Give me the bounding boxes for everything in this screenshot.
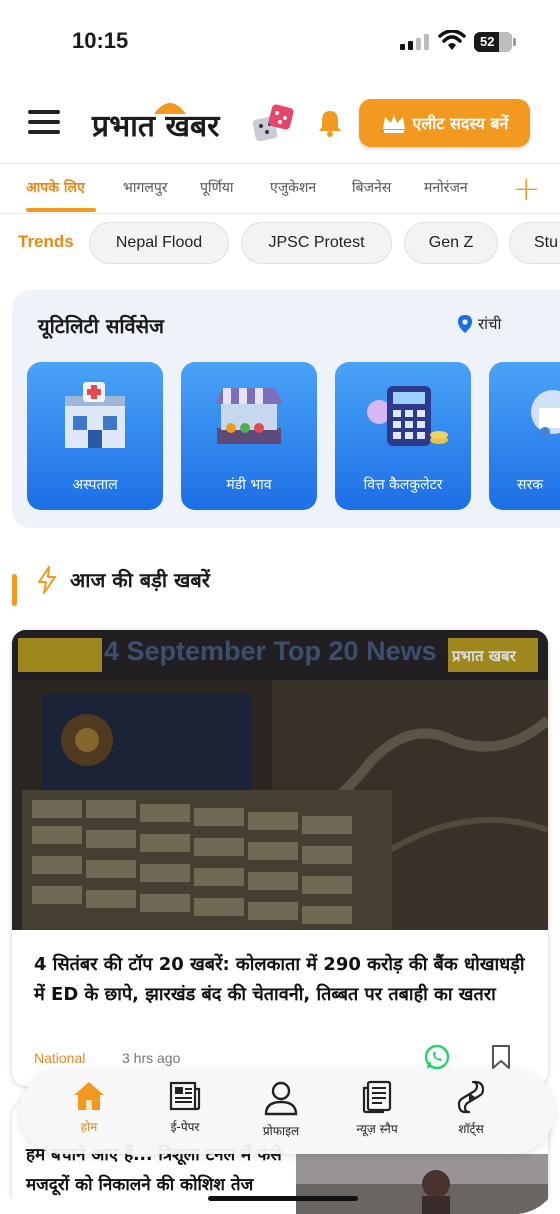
app-header: प्रभात खबर एलीट सदस्य बनें bbox=[0, 84, 560, 164]
calculator-icon bbox=[367, 386, 448, 446]
trend-chip[interactable]: JPSC Protest bbox=[241, 222, 392, 264]
nav-news-snap[interactable]: न्यूज़ स्नैप bbox=[332, 1080, 422, 1137]
news-headline[interactable]: 4 सितंबर की टॉप 20 खबरें: कोलकाता में 29… bbox=[34, 950, 530, 1010]
tab-entertainment[interactable]: मनोरंजन bbox=[424, 178, 468, 197]
nav-label: न्यूज़ स्नैप bbox=[356, 1122, 398, 1136]
nav-label: शॉर्ट्स bbox=[458, 1122, 484, 1136]
location-pin-icon bbox=[458, 315, 472, 333]
news-thumbnail[interactable]: 4 September Top 20 News प्रभात खबर bbox=[12, 630, 548, 930]
market-stall-icon bbox=[215, 388, 283, 444]
news-banner: 4 September Top 20 News प्रभात खबर bbox=[12, 630, 548, 680]
newspaper-icon bbox=[169, 1081, 201, 1111]
nav-shorts[interactable]: शॉर्ट्स bbox=[426, 1080, 516, 1137]
banner-logo: प्रभात खबर bbox=[452, 647, 516, 665]
tab-purnia[interactable]: पूर्णिया bbox=[200, 178, 233, 197]
status-time: 10:15 bbox=[72, 28, 129, 53]
elite-button-label: एलीट सदस्य बनें bbox=[412, 114, 509, 133]
nav-label: होम bbox=[80, 1120, 98, 1134]
dice-icon bbox=[252, 104, 294, 142]
nav-profile[interactable]: प्रोफाइल bbox=[236, 1080, 326, 1139]
hospital-icon bbox=[65, 382, 125, 448]
location-label: रांची bbox=[478, 315, 502, 333]
banner-stripe bbox=[18, 638, 102, 672]
section-title: आज की बड़ी खबरें bbox=[70, 568, 210, 592]
trends-bar: Trends Nepal Flood JPSC Protest Gen Z St… bbox=[0, 220, 560, 266]
trend-chip[interactable]: Gen Z bbox=[404, 222, 498, 264]
utility-tile-government[interactable]: सरक bbox=[489, 362, 560, 510]
banner-text: 4 September Top 20 News bbox=[104, 636, 437, 666]
news-snap-icon bbox=[362, 1080, 392, 1114]
whatsapp-share-icon[interactable] bbox=[424, 1044, 450, 1070]
tab-education[interactable]: एजुकेशन bbox=[270, 178, 316, 197]
logo-sun-icon bbox=[154, 98, 186, 114]
notification-bell-icon[interactable] bbox=[316, 108, 344, 138]
home-icon bbox=[74, 1082, 104, 1110]
trends-label: Trends bbox=[18, 232, 74, 251]
profile-icon bbox=[264, 1081, 298, 1116]
utility-tile-mandi[interactable]: मंडी भाव bbox=[181, 362, 317, 510]
elite-membership-button[interactable]: एलीट सदस्य बनें bbox=[359, 99, 530, 147]
tab-bhagalpur[interactable]: भागलपुर bbox=[123, 178, 168, 197]
utility-services-card: यूटिलिटी सर्विसेज रांची अस्पताल मंडी भाव… bbox=[12, 290, 560, 528]
nav-epaper[interactable]: ई-पेपर bbox=[140, 1080, 230, 1135]
tab-business[interactable]: बिजनेस bbox=[352, 178, 391, 197]
utility-tile-hospital[interactable]: अस्पताल bbox=[27, 362, 163, 510]
utility-title: यूटिलिटी सर्विसेज bbox=[38, 314, 165, 338]
status-bar: 10:15 52 bbox=[0, 0, 560, 84]
utility-tile-finance-calculator[interactable]: वित्त कैलकुलेटर bbox=[335, 362, 471, 510]
location-selector[interactable]: रांची bbox=[458, 314, 501, 334]
rescue-scene-image bbox=[296, 1154, 548, 1214]
lightning-bolt-icon bbox=[38, 566, 56, 594]
utility-tile-label: अस्पताल bbox=[72, 477, 118, 493]
app-screen: 10:15 52 प्रभात खबर एलीट सदस्य बनें आपके… bbox=[0, 0, 560, 1214]
cellular-signal-icon bbox=[400, 34, 429, 50]
battery-level: 52 bbox=[480, 34, 495, 49]
menu-icon[interactable] bbox=[28, 110, 60, 136]
crown-icon bbox=[382, 115, 405, 133]
wifi-icon bbox=[438, 30, 466, 50]
active-tab-indicator bbox=[26, 208, 96, 212]
news-category[interactable]: National bbox=[34, 1050, 85, 1066]
nav-home[interactable]: होम bbox=[44, 1080, 134, 1135]
news-card[interactable]: 4 September Top 20 News प्रभात खबर 4 सित… bbox=[12, 630, 548, 1086]
top-news-section-header: आज की बड़ी खबरें bbox=[0, 562, 560, 610]
home-indicator[interactable] bbox=[208, 1196, 358, 1201]
tab-for-you[interactable]: आपके लिए bbox=[26, 178, 85, 197]
bookmark-icon[interactable] bbox=[490, 1044, 512, 1070]
trend-chip[interactable]: Stu bbox=[509, 222, 560, 264]
utility-tile-label: वित्त कैलकुलेटर bbox=[363, 477, 443, 493]
battery-indicator: 52 bbox=[474, 32, 516, 52]
trend-chip[interactable]: Nepal Flood bbox=[89, 222, 229, 264]
category-tabs: आपके लिए भागलपुर पूर्णिया एजुकेशन बिजनेस… bbox=[0, 164, 560, 214]
nav-label: ई-पेपर bbox=[170, 1120, 200, 1134]
bottom-navigation: होम ई-पेपर प्रोफाइल न्यूज़ स्नैप शॉर्ट्स bbox=[20, 1070, 554, 1154]
news-thumbnail-secondary[interactable] bbox=[296, 1154, 548, 1214]
nav-label: प्रोफाइल bbox=[262, 1124, 300, 1138]
add-category-icon[interactable]: + bbox=[512, 172, 541, 206]
government-icon bbox=[531, 390, 560, 437]
news-timestamp: 3 hrs ago bbox=[122, 1050, 181, 1066]
section-accent-bar bbox=[12, 574, 17, 606]
utility-tile-label: सरक bbox=[517, 477, 543, 493]
utility-tile-label: मंडी भाव bbox=[226, 477, 272, 493]
shorts-icon bbox=[457, 1080, 485, 1114]
